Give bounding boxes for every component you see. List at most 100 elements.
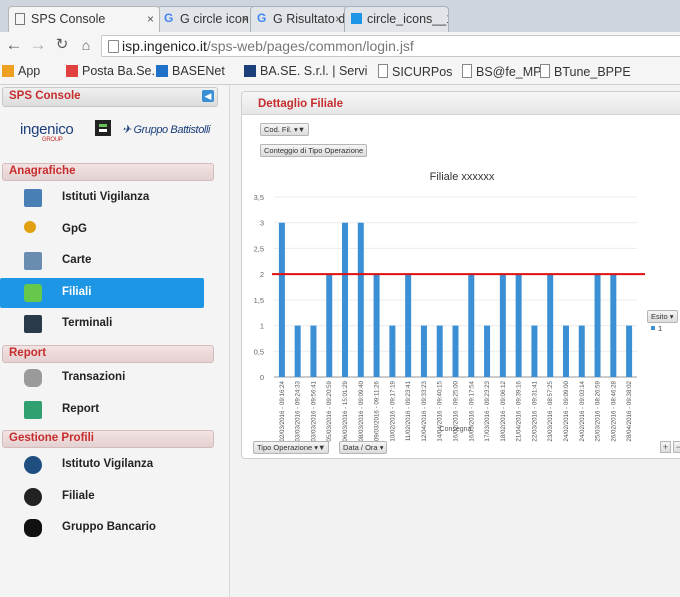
- measure-button[interactable]: Conteggio di Tipo Operazione: [260, 144, 368, 157]
- sidebar-item-label: Istituto Vigilanza: [62, 458, 154, 470]
- bookmark-item[interactable]: BA.SE. S.r.l. | Servi: [244, 64, 367, 78]
- card-icon: [24, 252, 42, 270]
- close-icon[interactable]: ×: [242, 12, 249, 26]
- sidebar-item-terminali[interactable]: Terminali: [0, 309, 204, 339]
- bar: [468, 274, 475, 377]
- reload-icon[interactable]: ↻: [52, 35, 72, 55]
- people-icon: [24, 519, 42, 537]
- sidebar: SPS Console ◀ ingenico GROUP ✈ Gruppo Bat…: [0, 85, 230, 597]
- sidebar-section-header: Report: [2, 345, 214, 363]
- address-bar[interactable]: isp.ingenico.it/sps-web/pages/common/log…: [101, 35, 680, 57]
- sps-logo-icon: [95, 120, 111, 136]
- y-tick-label: 1,5: [254, 296, 264, 305]
- x-tick-label: 22/03/2016 - 09:31:41: [531, 380, 538, 441]
- database-icon: [24, 369, 42, 387]
- browser-toolbar: ← → ↻ ⌂ isp.ingenico.it/sps-web/pages/co…: [0, 32, 680, 60]
- legend-swatch: [651, 326, 655, 330]
- x-tick-label: 06/03/2016 - 15:01:29: [342, 380, 349, 441]
- guard-icon: [24, 189, 42, 207]
- image-icon: [351, 13, 362, 24]
- bar: [499, 274, 506, 377]
- sidebar-item-gpg[interactable]: GpG: [0, 215, 204, 245]
- sidebar-item-label: Istituti Vigilanza: [62, 191, 150, 203]
- chart-title: Filiale xxxxxx: [430, 171, 495, 183]
- y-tick-label: 3,5: [254, 193, 264, 202]
- x-tick-label: 24/02/2016 - 09:09:00: [563, 380, 570, 441]
- bookmark-item[interactable]: Posta Ba.Se.: [66, 64, 155, 78]
- x-tick-label: 28/04/2016 - 09:38:02: [626, 380, 633, 441]
- bar: [420, 325, 427, 377]
- sidebar-item-label: Terminali: [62, 317, 113, 329]
- x-tick-label: 17/03/2016 - 09:23:23: [484, 380, 491, 441]
- esito-filter-button[interactable]: Esito ▾: [647, 310, 678, 323]
- browser-tab[interactable]: GG circle icon - Cerca co×: [157, 6, 255, 32]
- bar: [452, 325, 459, 377]
- bookmark-item[interactable]: BTune_BPPE: [540, 64, 631, 79]
- bookmark-item[interactable]: BS@fe_MPS: [462, 64, 550, 79]
- sidebar-item-label: Filiali: [62, 285, 92, 298]
- bar: [594, 274, 601, 377]
- x-tick-label: 24/02/2016 - 09:03:14: [579, 380, 586, 441]
- chart-legend: Esito ▾ 1: [647, 308, 678, 333]
- bar: [547, 274, 554, 377]
- x-tick-label: 23/03/2016 - 08:57:25: [547, 380, 554, 441]
- tipo-operazione-button[interactable]: Tipo Operazione ▾▼: [253, 441, 330, 454]
- browser-tab[interactable]: SPS Console ×: [8, 6, 160, 32]
- data-ora-button[interactable]: Data / Ora ▾: [339, 441, 388, 454]
- sidebar-item-label: GpG: [62, 222, 87, 235]
- bar: [389, 325, 396, 377]
- sidebar-item-carte[interactable]: Carte: [0, 246, 204, 276]
- browser-tabbar: SPS Console×GG circle icon - Cerca co×GG…: [0, 0, 680, 32]
- zoom-in-button[interactable]: +: [660, 441, 671, 453]
- users-icon: [24, 487, 42, 506]
- bar: [484, 325, 491, 377]
- y-tick-label: 1: [260, 322, 264, 331]
- zoom-out-button[interactable]: −: [673, 441, 680, 453]
- page-icon: [108, 40, 119, 53]
- bookmark-label: BS@fe_MPS: [476, 65, 550, 79]
- page-icon: [540, 64, 550, 78]
- tab-title: circle_icons__1x-4: [367, 12, 448, 26]
- collapse-icon[interactable]: ◀: [202, 90, 214, 102]
- bar: [626, 325, 633, 377]
- x-tick-label: 10/02/2016 - 09:17:19: [389, 380, 396, 441]
- sidebar-item-transazioni[interactable]: Transazioni: [0, 363, 204, 393]
- back-icon[interactable]: ←: [4, 35, 24, 55]
- sidebar-section-header: Anagrafiche: [2, 163, 214, 181]
- sidebar-item-filiali[interactable]: Filiali: [0, 277, 204, 308]
- sidebar-item-filiale[interactable]: Filiale: [0, 482, 204, 512]
- y-tick-label: 2: [260, 270, 264, 279]
- pulse-icon: [24, 400, 42, 419]
- legend-item: 1: [651, 324, 662, 333]
- bookmark-item[interactable]: App: [2, 64, 40, 78]
- browser-tab[interactable]: circle_icons__1x-4: [344, 6, 449, 32]
- sidebar-item-report[interactable]: Report: [0, 395, 204, 425]
- bookmark-label: Posta Ba.Se.: [82, 64, 155, 78]
- forward-icon[interactable]: →: [28, 35, 48, 55]
- bar: [326, 274, 333, 377]
- bookmark-item[interactable]: SICURPos: [378, 64, 452, 79]
- bar: [278, 222, 285, 377]
- bar: [310, 325, 317, 377]
- basenet-icon: [156, 65, 168, 77]
- y-tick-label: 3: [260, 219, 264, 228]
- y-tick-label: 0: [260, 373, 264, 382]
- google-icon: G: [164, 11, 174, 25]
- close-icon[interactable]: ×: [147, 12, 154, 26]
- bookmark-label: BASENet: [172, 64, 225, 78]
- browser-tab[interactable]: GG Risultato della ricerc×: [250, 6, 348, 32]
- sidebar-item-istituti-vigilanza[interactable]: Istituti Vigilanza: [0, 183, 204, 213]
- sidebar-item-gruppo-bancario[interactable]: Gruppo Bancario: [0, 513, 204, 543]
- y-tick-label: 0,5: [254, 347, 264, 356]
- x-tick-label: 12/04/2016 - 09:33:23: [421, 380, 428, 441]
- filter-cod-fil-button[interactable]: Cod. Fil. ▾▼: [260, 123, 310, 136]
- home-icon[interactable]: ⌂: [76, 35, 96, 55]
- bar: [436, 325, 443, 377]
- sidebar-item-istituto-vigilanza[interactable]: Istituto Vigilanza: [0, 450, 204, 480]
- bookmark-label: SICURPos: [392, 65, 453, 79]
- sidebar-item-label: Transazioni: [62, 371, 126, 383]
- x-tick-label: 26/02/2016 - 08:46:28: [610, 380, 617, 441]
- sidebar-item-label: Report: [62, 402, 100, 415]
- close-icon[interactable]: ×: [335, 12, 342, 26]
- bookmark-item[interactable]: BASENet: [156, 64, 225, 78]
